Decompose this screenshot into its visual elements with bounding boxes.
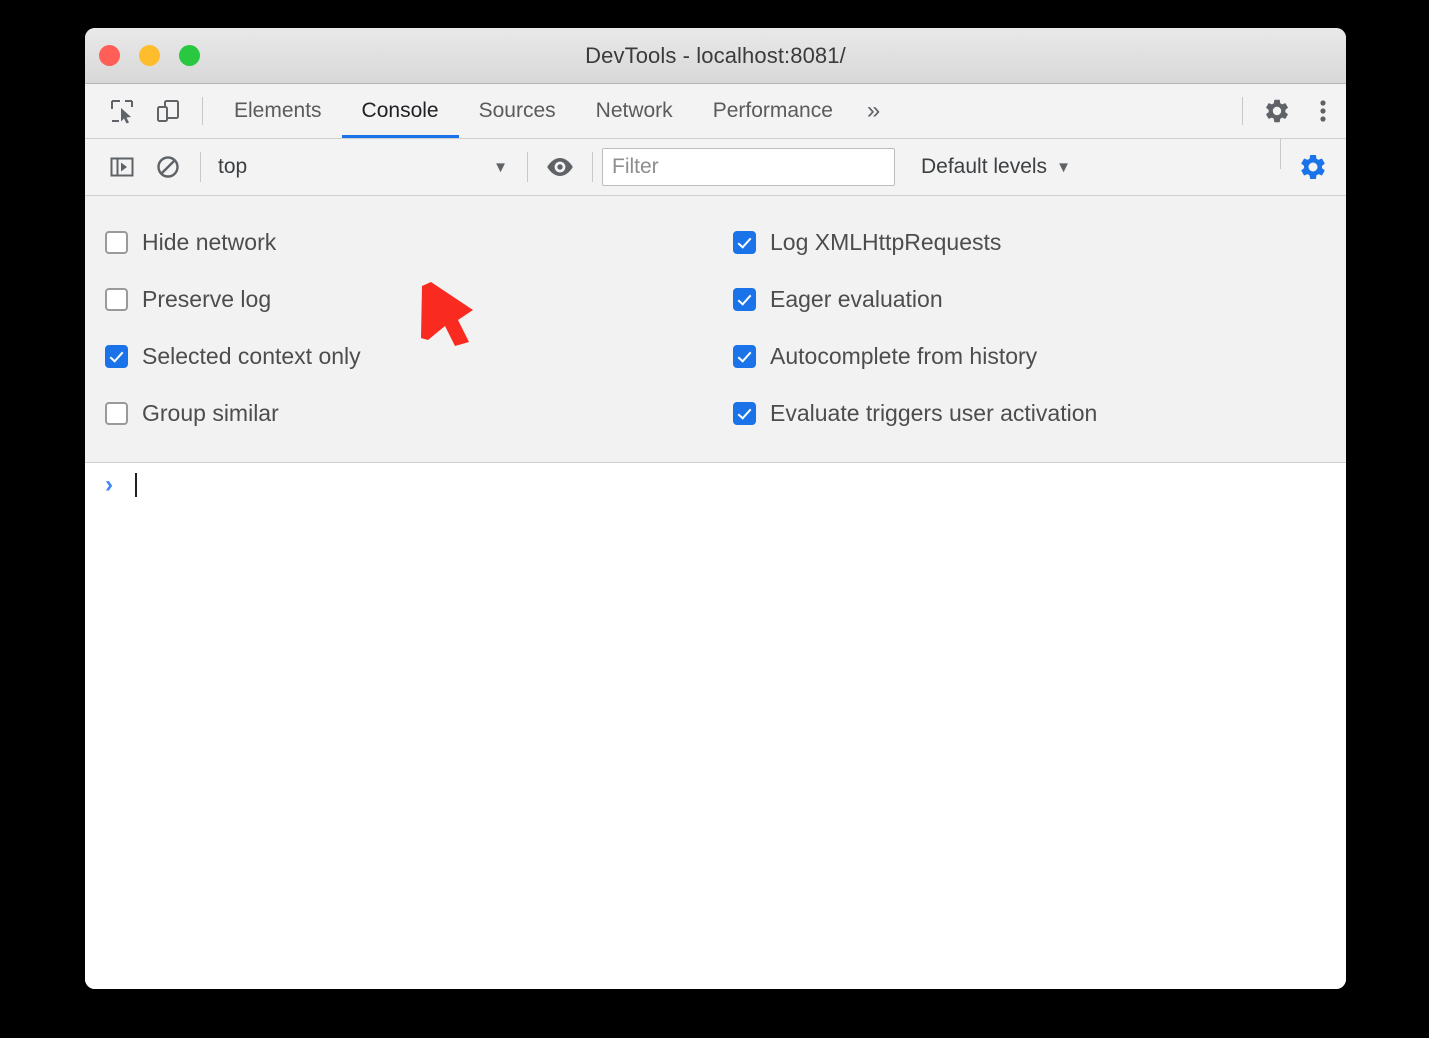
console-toolbar: top ▼ Default levels ▼ — [85, 139, 1346, 196]
evaluate-triggers-user-activation-checkbox[interactable] — [733, 402, 756, 425]
setting-autocomplete-from-history[interactable]: Autocomplete from history — [733, 328, 1346, 385]
autocomplete-from-history-label: Autocomplete from history — [770, 343, 1037, 370]
device-toolbar-icon[interactable] — [145, 84, 191, 138]
group-similar-label: Group similar — [142, 400, 279, 427]
gear-icon[interactable] — [1254, 84, 1300, 138]
hide-network-checkbox[interactable] — [105, 231, 128, 254]
tab-performance-label: Performance — [713, 99, 833, 123]
settings-left-column: Hide network Preserve log Selected conte… — [85, 214, 733, 442]
selected-context-only-checkbox[interactable] — [105, 345, 128, 368]
console-toolbar-right — [1271, 139, 1346, 195]
tab-console[interactable]: Console — [342, 84, 459, 138]
eager-evaluation-label: Eager evaluation — [770, 286, 943, 313]
setting-hide-network[interactable]: Hide network — [105, 214, 733, 271]
clear-console-icon[interactable] — [145, 139, 191, 195]
autocomplete-from-history-checkbox[interactable] — [733, 345, 756, 368]
eager-evaluation-checkbox[interactable] — [733, 288, 756, 311]
more-tabs-button[interactable]: » — [853, 84, 894, 138]
tab-elements-label: Elements — [234, 99, 322, 123]
toolbar-divider-4 — [1280, 139, 1281, 169]
console-sidebar-icon[interactable] — [99, 139, 145, 195]
log-xmlhttprequests-label: Log XMLHttpRequests — [770, 229, 1001, 256]
prompt-chevron-icon: › — [105, 473, 131, 497]
setting-preserve-log[interactable]: Preserve log — [105, 271, 733, 328]
chevron-down-icon: ▼ — [493, 160, 508, 175]
evaluate-triggers-user-activation-label: Evaluate triggers user activation — [770, 400, 1097, 427]
tab-console-label: Console — [362, 99, 439, 123]
tab-sources[interactable]: Sources — [459, 84, 576, 138]
console-settings-pane: Hide network Preserve log Selected conte… — [85, 196, 1346, 463]
preserve-log-label: Preserve log — [142, 286, 271, 313]
window-title: DevTools - localhost:8081/ — [85, 43, 1346, 69]
hide-network-label: Hide network — [142, 229, 276, 256]
tabbar-right-divider — [1242, 97, 1243, 125]
tab-elements[interactable]: Elements — [214, 84, 342, 138]
toolbar-divider-1 — [200, 152, 201, 182]
group-similar-checkbox[interactable] — [105, 402, 128, 425]
log-levels-label: Default levels — [921, 155, 1047, 179]
console-prompt-row[interactable]: › — [85, 463, 1346, 507]
maximize-window-button[interactable] — [179, 45, 200, 66]
settings-right-column: Log XMLHttpRequests Eager evaluation Aut… — [733, 214, 1346, 442]
minimize-window-button[interactable] — [139, 45, 160, 66]
inspect-element-icon[interactable] — [99, 84, 145, 138]
kebab-menu-icon[interactable] — [1300, 84, 1346, 138]
setting-evaluate-triggers-user-activation[interactable]: Evaluate triggers user activation — [733, 385, 1346, 442]
live-expression-eye-icon[interactable] — [537, 139, 583, 195]
setting-eager-evaluation[interactable]: Eager evaluation — [733, 271, 1346, 328]
tabbar-right-actions — [1231, 84, 1346, 138]
window-titlebar: DevTools - localhost:8081/ — [85, 28, 1346, 84]
execution-context-value: top — [218, 155, 493, 179]
setting-log-xmlhttprequests[interactable]: Log XMLHttpRequests — [733, 214, 1346, 271]
toolbar-divider-2 — [527, 152, 528, 182]
console-settings-gear-icon[interactable] — [1290, 139, 1336, 195]
chevron-down-icon: ▼ — [1056, 160, 1071, 175]
execution-context-dropdown[interactable]: top ▼ — [210, 149, 518, 185]
tab-sources-label: Sources — [479, 99, 556, 123]
console-output-area[interactable]: › — [85, 463, 1346, 989]
traffic-lights — [99, 28, 200, 83]
tab-performance[interactable]: Performance — [693, 84, 853, 138]
filter-input[interactable] — [602, 148, 895, 186]
tab-network-label: Network — [596, 99, 673, 123]
devtools-tabbar: Elements Console Sources Network Perform… — [85, 84, 1346, 139]
toolbar-divider-3 — [592, 152, 593, 182]
setting-group-similar[interactable]: Group similar — [105, 385, 733, 442]
chevron-double-right-icon: » — [867, 97, 880, 125]
log-levels-dropdown[interactable]: Default levels ▼ — [907, 155, 1085, 179]
tab-network[interactable]: Network — [576, 84, 693, 138]
log-xmlhttprequests-checkbox[interactable] — [733, 231, 756, 254]
selected-context-only-label: Selected context only — [142, 343, 361, 370]
text-cursor — [135, 473, 137, 497]
devtools-window: DevTools - localhost:8081/ Elements Cons… — [85, 28, 1346, 989]
tabbar-divider — [202, 97, 203, 125]
close-window-button[interactable] — [99, 45, 120, 66]
preserve-log-checkbox[interactable] — [105, 288, 128, 311]
setting-selected-context-only[interactable]: Selected context only — [105, 328, 733, 385]
